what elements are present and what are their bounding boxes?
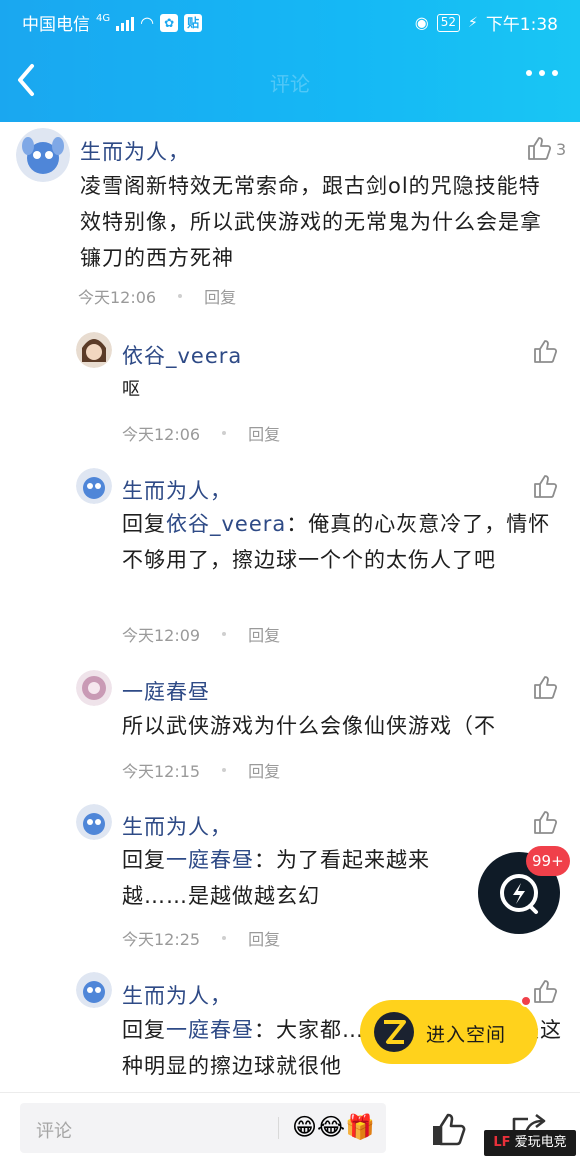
reply-time: 今天12:15 [122, 762, 201, 781]
thumbs-up-icon[interactable] [430, 1111, 466, 1147]
qzone-icon [374, 1012, 414, 1052]
separator-dot [222, 632, 227, 636]
comment-time: 今天12:06 [78, 288, 157, 307]
comment-text: 凌雪阁新特效无常索命，跟古剑ol的咒隐技能特效特别像，所以武侠游戏的无常鬼为什么… [80, 174, 542, 270]
reply-text: 回复一庭春昼：为了看起来越来越……是越做越玄幻 [122, 842, 474, 914]
reply-time: 今天12:06 [122, 425, 201, 444]
reply-author[interactable]: 生而为人， [122, 475, 232, 505]
reply-text: 回复依谷_veera：俺真的心灰意冷了，情怀不够用了，擦边球一个个的太伤人了吧 [122, 506, 562, 578]
like-icon[interactable] [532, 473, 558, 499]
separator-dot [222, 936, 227, 940]
avatar[interactable] [76, 670, 112, 706]
avatar[interactable] [76, 804, 112, 840]
carrier-label: 中国电信 [22, 15, 90, 35]
reply-text: 呕 [122, 379, 141, 400]
battery-icon: 52 [436, 13, 460, 32]
reply-meta: 今天12:25 回复 [122, 926, 280, 950]
like-icon[interactable] [532, 809, 558, 835]
page-title: 评论 [270, 72, 310, 96]
enter-space-label: 进入空间 [426, 1024, 507, 1046]
avatar[interactable] [76, 468, 112, 504]
wifi-icon: ◠ [140, 13, 155, 32]
like-icon[interactable] [532, 338, 558, 364]
separator-dot [222, 431, 227, 435]
reply-prefix: 回复 [122, 1018, 166, 1042]
reply-prefix: 回复 [122, 512, 166, 536]
reply-button[interactable]: 回复 [248, 622, 280, 646]
watermark-text: 爱玩电竞 [514, 1135, 567, 1150]
comment-author[interactable]: 生而为人， [80, 136, 190, 166]
reply-text: 所以武侠游戏为什么会像仙侠游戏（不 [122, 714, 496, 738]
emoji-icon[interactable]: 😁😂🎁 [292, 1113, 375, 1141]
reply-button[interactable]: 回复 [204, 284, 236, 308]
network-label: 4G [96, 13, 111, 24]
reply-mention[interactable]: 依谷_veera [166, 512, 286, 536]
clock: 下午1:38 [485, 15, 558, 35]
reply-button[interactable]: 回复 [248, 421, 280, 445]
comment-input[interactable]: 评论 😁😂🎁 [20, 1103, 386, 1153]
like-icon[interactable] [532, 978, 558, 1004]
reply-author[interactable]: 生而为人， [122, 980, 232, 1010]
tieba-app-icon: 贴 [184, 13, 203, 32]
eye-icon: ◉ [414, 13, 429, 32]
like-icon[interactable] [526, 135, 552, 161]
avatar[interactable] [76, 972, 112, 1008]
reply-mention[interactable]: 一庭春昼 [166, 848, 254, 872]
reply-button[interactable]: 回复 [248, 926, 280, 950]
like-count: 3 [556, 140, 567, 159]
watermark-brand: LF [493, 1135, 511, 1150]
reply-mention[interactable]: 一庭春昼 [166, 1018, 254, 1042]
status-bar: 中国电信 4G ◠ ✿ 贴 ◉ 52 ⚡ 下午1:38 [0, 8, 580, 36]
reply-time: 今天12:09 [122, 626, 201, 645]
paw-app-icon: ✿ [160, 13, 179, 32]
reply-prefix: 回复 [122, 848, 166, 872]
comment-placeholder: 评论 [36, 1121, 72, 1142]
space-notification-dot [520, 995, 532, 1007]
more-options-icon[interactable] [526, 70, 558, 76]
reply-author[interactable]: 依谷_veera [122, 340, 242, 370]
notification-badge: 99+ [526, 846, 570, 876]
like-icon[interactable] [532, 674, 558, 700]
separator-dot [178, 294, 183, 298]
reply-meta: 今天12:06 回复 [122, 421, 280, 445]
watermark-logo: LF 爱玩电竞 [484, 1130, 576, 1156]
avatar[interactable] [76, 332, 112, 368]
reply-author[interactable]: 一庭春昼 [122, 676, 210, 706]
reply-author[interactable]: 生而为人， [122, 811, 232, 841]
header-bar: 中国电信 4G ◠ ✿ 贴 ◉ 52 ⚡ 下午1:38 评论 [0, 0, 580, 122]
reply-time: 今天12:25 [122, 930, 201, 949]
reply-meta: 今天12:15 回复 [122, 758, 280, 782]
avatar[interactable] [16, 128, 70, 182]
charging-icon: ⚡ [467, 14, 478, 31]
comment-meta: 今天12:06 回复 [78, 284, 236, 308]
separator-dot [222, 768, 227, 772]
enter-space-button[interactable]: 进入空间 [360, 1000, 538, 1064]
reply-meta: 今天12:09 回复 [122, 622, 280, 646]
input-divider [278, 1117, 279, 1139]
reply-button[interactable]: 回复 [248, 758, 280, 782]
nav-bar: 评论 [0, 50, 580, 112]
signal-icon [116, 15, 135, 31]
